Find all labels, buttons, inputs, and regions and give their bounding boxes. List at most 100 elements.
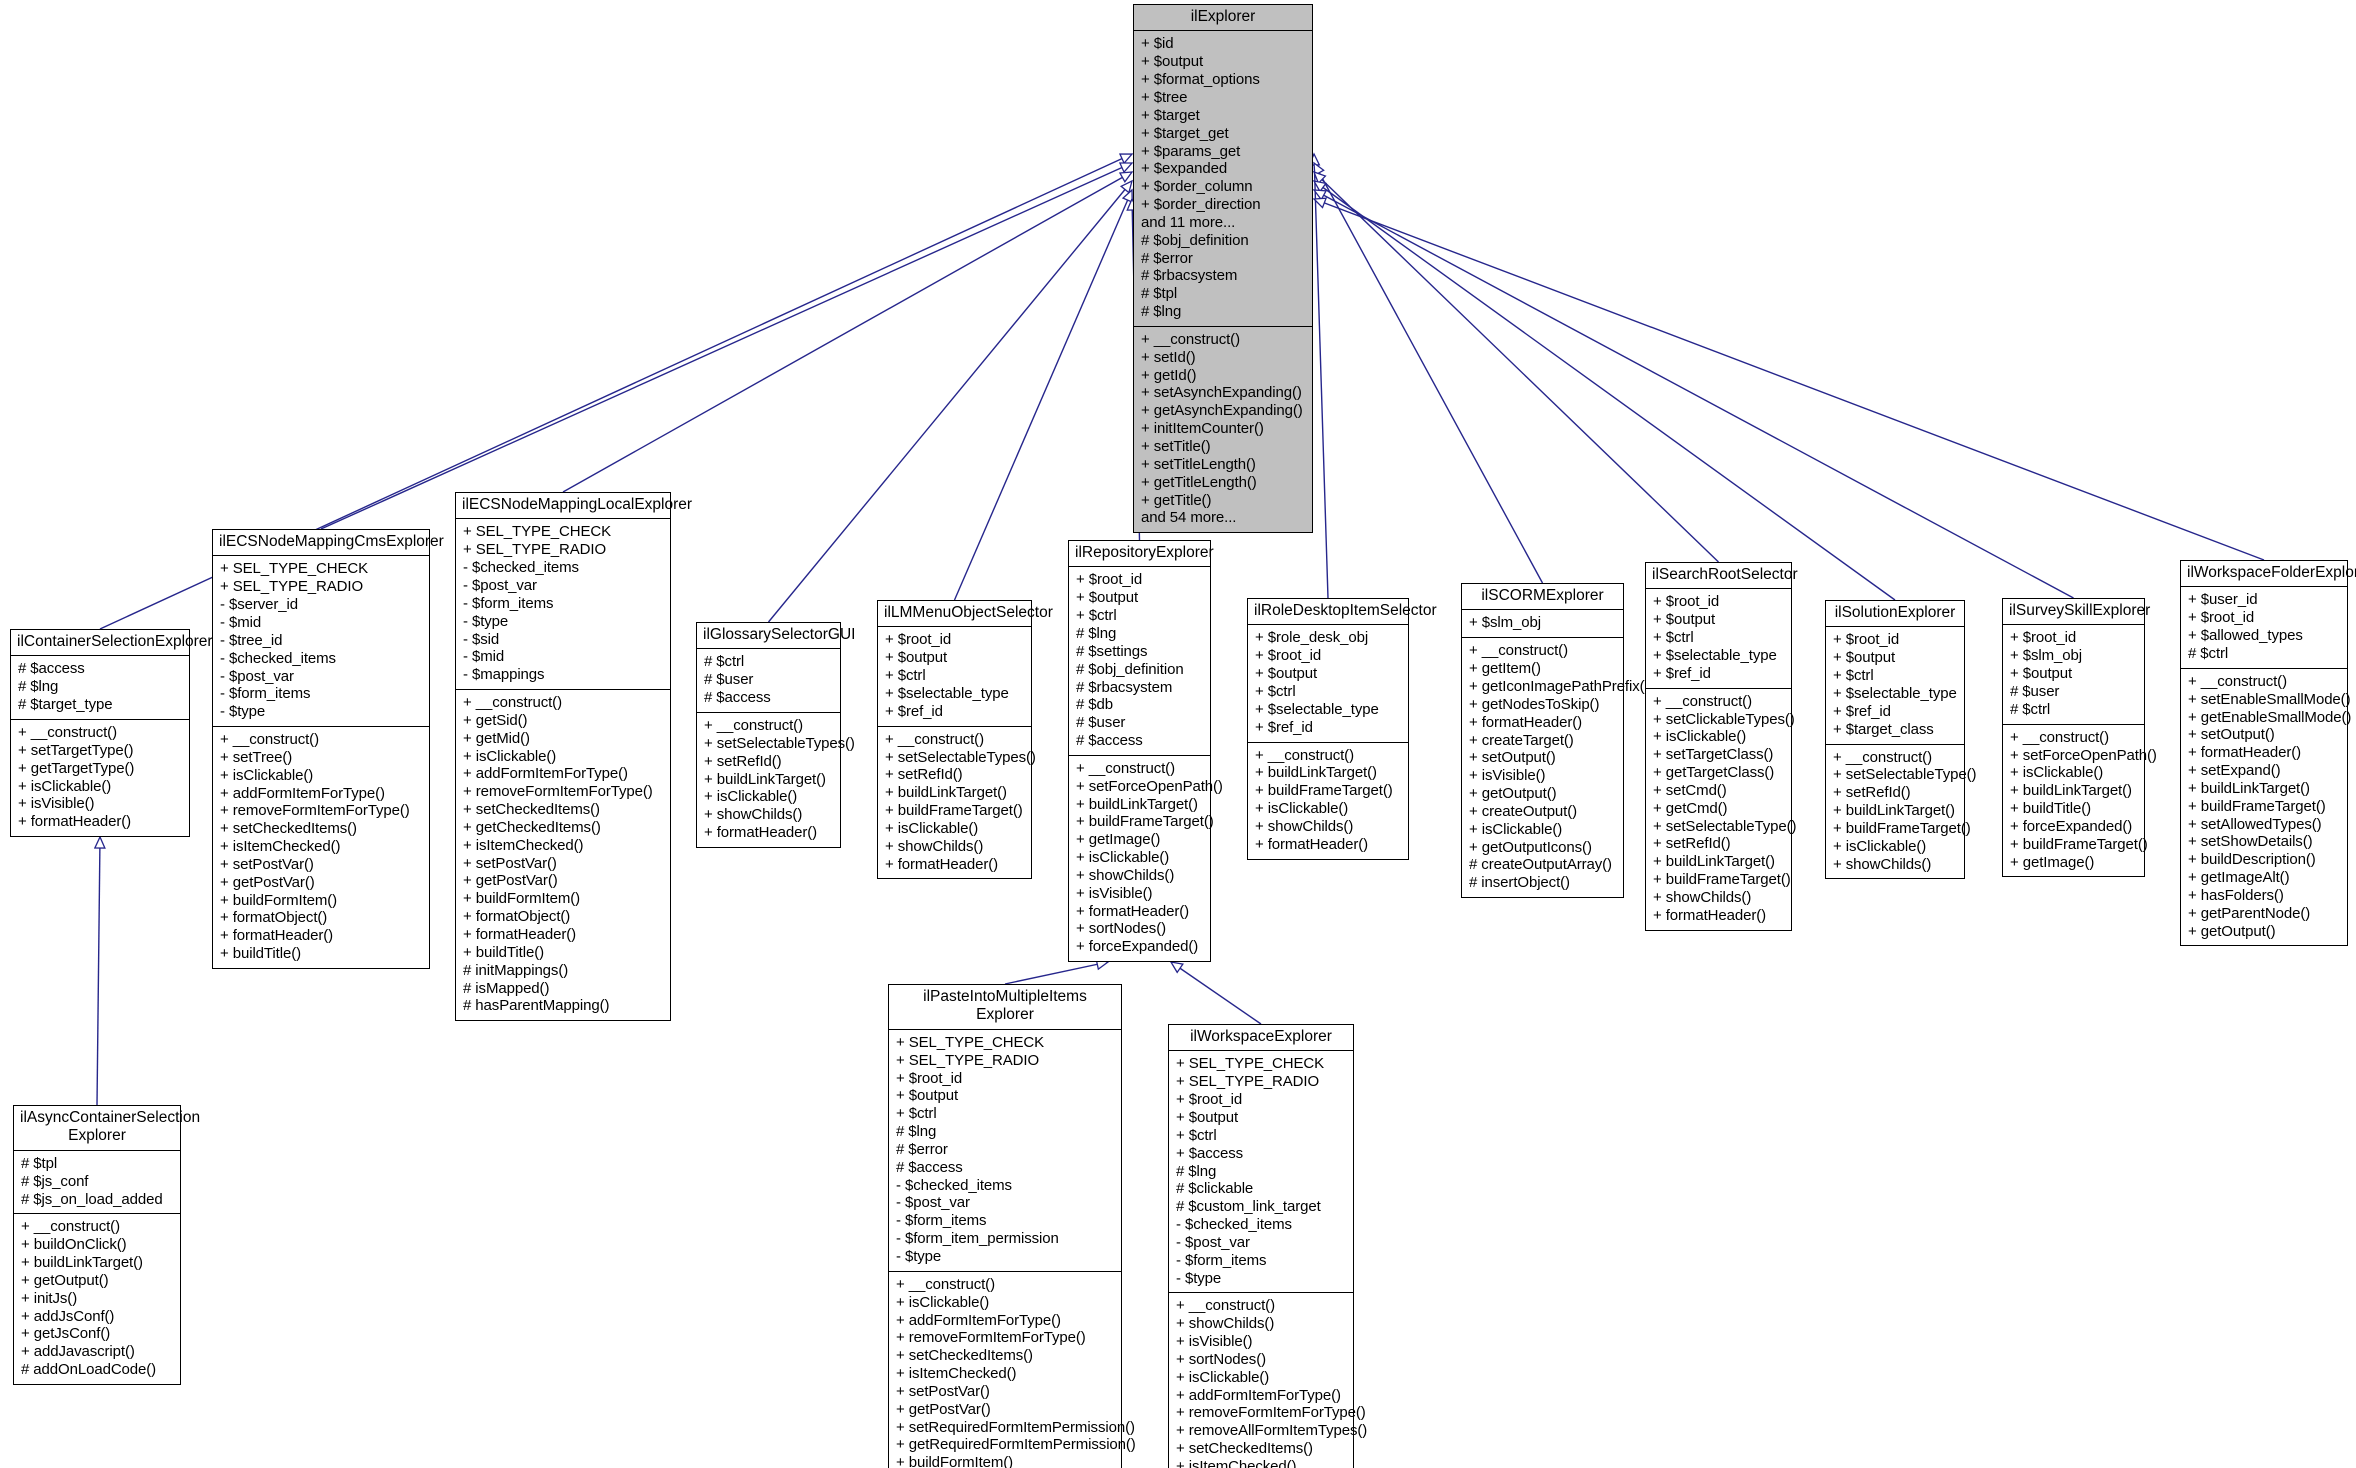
class-attributes: + $slm_obj: [1462, 610, 1623, 639]
operation-row: + __construct(): [1469, 642, 1568, 660]
operation-row: + removeAllFormItemTypes(): [1176, 1422, 1368, 1440]
operation-row: + __construct(): [896, 1275, 995, 1293]
operation-row: + getOutputIcons(): [1469, 838, 1592, 856]
operation-row: + setRefId(): [885, 766, 963, 784]
class-attributes: # $tpl # $js_conf # $js_on_load_added: [14, 1151, 180, 1215]
attribute-row: + $target_class: [1833, 720, 1934, 738]
attribute-row: + $selectable_type: [1255, 700, 1379, 718]
attribute-row: + $root_id: [1255, 647, 1322, 665]
attribute-row: - $mid: [463, 648, 505, 666]
operation-row: + getPostVar(): [896, 1400, 991, 1418]
attribute-row: - $checked_items: [463, 559, 579, 577]
uml-class-ilECSNodeMappingLocalExplorer[interactable]: ilECSNodeMappingLocalExplorer + SEL_TYPE_…: [455, 492, 692, 1022]
operation-row: + getId(): [1141, 366, 1197, 384]
attribute-row: + $root_id: [1653, 593, 1720, 611]
attribute-row: - $form_items: [220, 685, 311, 703]
attribute-row: + $ref_id: [1833, 702, 1891, 720]
operation-row: + isItemChecked(): [463, 836, 584, 854]
attribute-row: + $ctrl: [1076, 607, 1117, 625]
operation-row: + forceExpanded(): [1076, 938, 1199, 956]
attribute-row: # $lng: [1076, 624, 1117, 642]
attribute-row: + $ref_id: [1653, 664, 1711, 682]
attribute-row: + $role_desk_obj: [1255, 629, 1369, 647]
attribute-row: - $type: [463, 612, 509, 630]
operation-row: # hasParentMapping(): [463, 997, 610, 1015]
uml-class-ilSolutionExplorer[interactable]: ilSolutionExplorer + $root_id + $output + $…: [1825, 600, 1977, 880]
inheritance-edge: [953, 188, 1133, 601]
operation-row: + getTitle(): [1141, 491, 1212, 509]
inheritance-edge: [1312, 189, 2074, 599]
operation-row: + __construct(): [1653, 692, 1752, 710]
attribute-row: # $obj_definition: [1076, 660, 1184, 678]
class-title: ilECSNodeMappingCmsExplorer: [213, 530, 444, 557]
attribute-row: + SEL_TYPE_CHECK: [463, 523, 612, 541]
uml-class-ilRoleDesktopItemSelector[interactable]: ilRoleDesktopItemSelector + $role_desk_ob…: [1247, 598, 1437, 860]
class-title: ilSCORMExplorer: [1462, 584, 1623, 611]
class-operations: + __construct() + getItem() + getIconImage…: [1462, 638, 1650, 897]
attribute-row: - $post_var: [220, 667, 294, 685]
operation-row: + isClickable(): [1176, 1368, 1270, 1386]
attribute-row: # $access: [1076, 732, 1143, 750]
operation-row: + showChilds(): [704, 806, 803, 824]
operation-row: + setCheckedItems(): [463, 801, 600, 819]
operation-row: + setEnableSmallMode(): [2188, 690, 2351, 708]
attribute-row: # $error: [896, 1140, 948, 1158]
uml-class-ilSCORMExplorer[interactable]: ilSCORMExplorer + $slm_obj + __construct()…: [1461, 583, 1650, 899]
operation-row: + __construct(): [1176, 1297, 1275, 1315]
class-operations: + __construct() + setClickableTypes() + is…: [1646, 689, 1797, 930]
class-operations: + __construct() + setTargetType() + getTar…: [11, 720, 189, 836]
uml-class-ilWorkspaceExplorer[interactable]: ilWorkspaceExplorer + SEL_TYPE_CHECK + SEL…: [1168, 1024, 1368, 1468]
class-title: ilSearchRootSelector: [1646, 563, 1798, 590]
uml-class-ilContainerSelectionExplorer[interactable]: ilContainerSelectionExplorer # $access # $…: [10, 629, 213, 838]
operation-row: + removeFormItemForType(): [220, 802, 410, 820]
attribute-row: + SEL_TYPE_RADIO: [1176, 1073, 1320, 1091]
uml-class-ilSearchRootSelector[interactable]: ilSearchRootSelector + $root_id + $output +…: [1645, 562, 1798, 931]
operation-row: + getPostVar(): [463, 872, 558, 890]
uml-class-ilExplorer[interactable]: ilExplorer + $id + $output + $format_option…: [1133, 4, 1313, 534]
uml-class-ilGlossarySelectorGUI[interactable]: ilGlossarySelectorGUI # $ctrl # $user # $ac…: [696, 622, 855, 848]
uml-class-ilAsyncContainerSelectionExplorer[interactable]: ilAsyncContainerSelection Explorer # $tpl…: [13, 1105, 200, 1385]
operation-row: + addFormItemForType(): [1176, 1386, 1341, 1404]
attribute-row: # $access: [704, 689, 771, 707]
operation-row: + setForceOpenPath(): [2010, 746, 2157, 764]
operation-row: + initItemCounter(): [1141, 420, 1264, 438]
attribute-row: # $user: [704, 671, 754, 689]
operation-row: + setSelectableTypes(): [704, 734, 855, 752]
attribute-row: + $output: [1176, 1108, 1239, 1126]
operation-row: + setAllowedTypes(): [2188, 815, 2322, 833]
operation-row: + createOutput(): [1469, 802, 1578, 820]
operation-row: + isClickable(): [2010, 764, 2104, 782]
operation-row: + removeFormItemForType(): [463, 783, 653, 801]
operation-row: + removeFormItemForType(): [896, 1329, 1086, 1347]
attribute-row: # $tpl: [21, 1154, 58, 1172]
inheritance-edge: [1312, 197, 2265, 561]
attribute-row: + $output: [896, 1087, 959, 1105]
uml-class-ilPasteIntoMultipleItemsExplorer[interactable]: ilPasteIntoMultipleItems Explorer + SEL_T…: [888, 984, 1136, 1468]
class-attributes: + SEL_TYPE_CHECK + SEL_TYPE_RADIO + $root_…: [889, 1030, 1121, 1272]
operation-row: + formatHeader(): [1255, 835, 1369, 853]
class-title: ilContainerSelectionExplorer: [11, 630, 213, 657]
uml-class-ilLMMenuObjectSelector[interactable]: ilLMMenuObjectSelector + $root_id + $outpu…: [877, 600, 1053, 880]
uml-class-ilECSNodeMappingCmsExplorer[interactable]: ilECSNodeMappingCmsExplorer + SEL_TYPE_CH…: [212, 529, 444, 969]
operation-row: # initMappings(): [463, 961, 569, 979]
class-operations: + __construct() + setTree() + isClickable(…: [213, 727, 429, 968]
uml-class-ilWorkspaceFolderExplorer[interactable]: ilWorkspaceFolderExplorer + $user_id + $ro…: [2180, 560, 2356, 947]
uml-class-ilRepositoryExplorer[interactable]: ilRepositoryExplorer + $root_id + $output +…: [1068, 540, 1223, 963]
operation-row: + setCheckedItems(): [1176, 1440, 1313, 1458]
operation-row: + getImageAlt(): [2188, 869, 2290, 887]
operation-row: + isClickable(): [1076, 849, 1170, 867]
operation-row: + buildTitle(): [2010, 800, 2091, 818]
attribute-row: # $settings: [1076, 642, 1148, 660]
operation-row: + setRefId(): [1653, 835, 1731, 853]
class-operations: + __construct() + getSid() + getMid() + isC…: [456, 690, 670, 1020]
operation-row: + createTarget(): [1469, 731, 1574, 749]
operation-row: + __construct(): [1833, 748, 1932, 766]
uml-class-ilSurveySkillExplorer[interactable]: ilSurveySkillExplorer + $root_id + $slm_ob…: [2002, 598, 2157, 878]
class-title: ilPasteIntoMultipleItems Explorer: [889, 985, 1121, 1030]
operation-row: + setCheckedItems(): [220, 820, 357, 838]
attribute-row: # $lng: [1141, 303, 1182, 321]
attribute-row: + $root_id: [896, 1069, 963, 1087]
attribute-row: # $rbacsystem: [1141, 267, 1238, 285]
class-attributes: + $id + $output + $format_options + $tree + …: [1134, 31, 1312, 327]
class-title: ilSolutionExplorer: [1826, 601, 1964, 628]
